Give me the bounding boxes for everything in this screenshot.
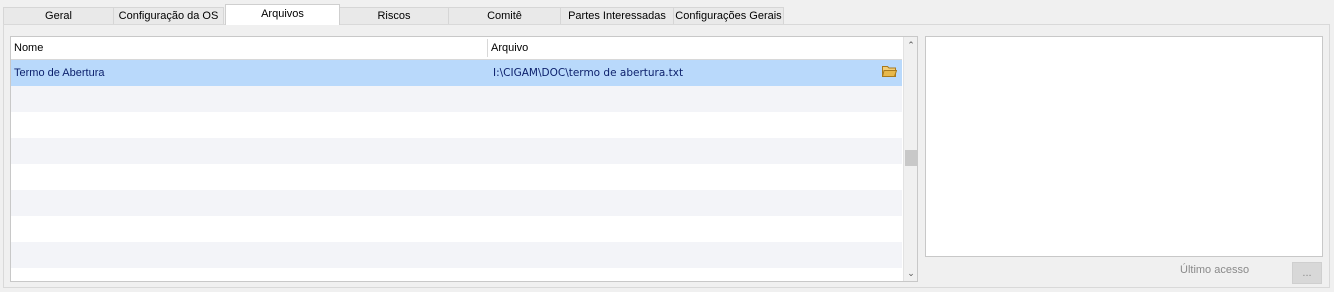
folder-open-icon[interactable]	[881, 65, 898, 77]
column-header-nome[interactable]: Nome	[11, 37, 43, 59]
grid-rows: Termo de Abertura I:\CIGAM\DOC\termo de …	[11, 60, 902, 268]
tab-comite[interactable]: Comitê	[448, 7, 561, 24]
tab-configuracoes-gerais[interactable]: Configurações Gerais	[673, 7, 784, 24]
table-row[interactable]	[11, 164, 902, 190]
tab-arquivos[interactable]: Arquivos	[225, 4, 340, 25]
tab-configuracao-da-os[interactable]: Configuração da OS	[113, 7, 224, 24]
vertical-scrollbar[interactable]: ⌃ ⌄	[903, 37, 917, 281]
browse-button[interactable]: ...	[1292, 262, 1322, 284]
cell-nome[interactable]: Termo de Abertura	[11, 60, 105, 86]
chevron-down-icon[interactable]: ⌄	[904, 265, 917, 281]
table-row[interactable]	[11, 138, 902, 164]
chevron-up-icon[interactable]: ⌃	[904, 37, 917, 53]
tab-bar: Geral Configuração da OS Arquivos Riscos…	[0, 4, 800, 25]
grid-header: Nome Arquivo	[11, 37, 902, 60]
files-grid[interactable]: Nome Arquivo Termo de Abertura I:\CIGAM\…	[10, 36, 918, 282]
table-row[interactable]	[11, 216, 902, 242]
tab-riscos[interactable]: Riscos	[339, 7, 449, 24]
table-row[interactable]	[11, 86, 902, 112]
table-row[interactable]: Termo de Abertura I:\CIGAM\DOC\termo de …	[11, 60, 902, 86]
tab-partes-interessadas[interactable]: Partes Interessadas	[560, 7, 674, 24]
last-access-label: Último acesso	[1180, 264, 1250, 276]
cell-arquivo[interactable]: I:\CIGAM\DOC\termo de abertura.txt	[490, 60, 683, 86]
tab-geral[interactable]: Geral	[3, 7, 114, 24]
table-row[interactable]	[11, 190, 902, 216]
column-header-arquivo[interactable]: Arquivo	[488, 37, 528, 59]
table-row[interactable]	[11, 242, 902, 268]
table-row[interactable]	[11, 112, 902, 138]
file-preview-pane	[925, 36, 1323, 257]
scrollbar-thumb[interactable]	[905, 150, 917, 166]
